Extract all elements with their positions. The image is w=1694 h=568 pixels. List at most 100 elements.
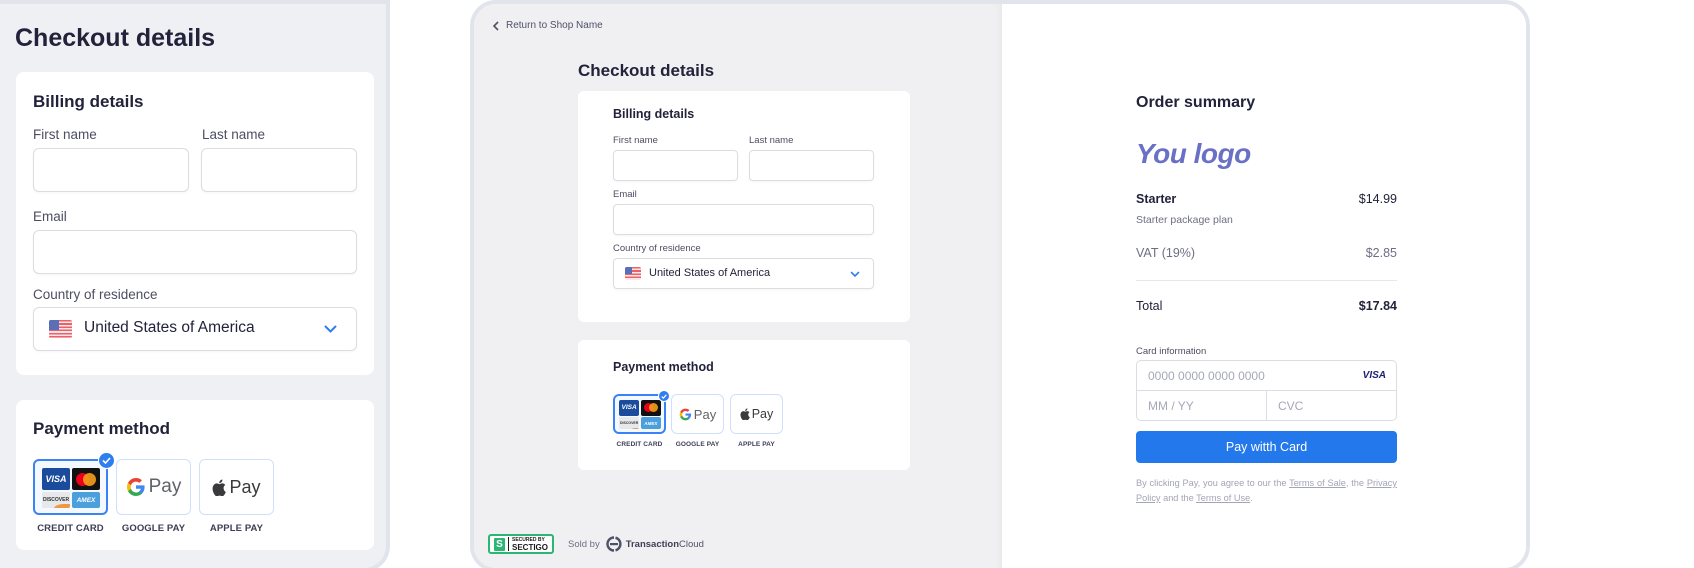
expiry-placeholder: MM / YY — [1148, 399, 1194, 413]
google-pay-label: GOOGLE PAY — [675, 441, 720, 448]
card-number-input[interactable]: 0000 0000 0000 0000 VISA — [1137, 361, 1396, 391]
country-label: Country of residence — [613, 243, 701, 254]
apple-icon — [213, 479, 227, 496]
email-label: Email — [33, 209, 67, 224]
apple-pay-option[interactable]: Pay — [730, 394, 783, 434]
item-price: $14.99 — [1358, 192, 1397, 206]
expiry-input[interactable]: MM / YY — [1137, 391, 1267, 420]
chevron-down-icon — [324, 325, 337, 333]
first-name-input[interactable] — [613, 150, 738, 181]
country-select[interactable]: United States of America — [33, 307, 357, 351]
apple-pay-text: Pay — [229, 476, 261, 497]
last-name-label: Last name — [202, 127, 266, 142]
google-pay-option[interactable]: Pay — [671, 394, 724, 434]
google-pay-option[interactable]: Pay — [116, 459, 191, 515]
return-to-shop-link[interactable]: Return to Shop Name — [492, 20, 603, 31]
total-row: Total $17.84 — [1136, 299, 1397, 313]
page-title: Checkout details — [15, 24, 216, 52]
sectigo-secured-badge: S SECURED BY SECTIGO — [488, 534, 555, 554]
card-information-label: Card information — [1136, 346, 1207, 357]
transactioncloud-logo: TransactionCloud — [606, 536, 704, 552]
last-name-input[interactable] — [201, 148, 357, 192]
vat-label: VAT (19%) — [1136, 246, 1196, 260]
payment-method-heading: Payment method — [613, 360, 714, 374]
google-g-icon — [126, 478, 145, 496]
sold-by: Sold by TransactionCloud — [568, 536, 704, 552]
seller-name-light: Cloud — [679, 538, 704, 550]
total-amount: $17.84 — [1358, 299, 1397, 313]
amex-icon: AMEX — [72, 492, 100, 508]
apple-pay-text: Pay — [751, 407, 774, 421]
line-item-starter: Starter $14.99 — [1136, 192, 1397, 206]
terms-of-sale-link[interactable]: Terms of Sale — [1289, 478, 1346, 488]
card-information-fields: 0000 0000 0000 0000 VISA MM / YY CVC — [1136, 360, 1397, 421]
google-g-icon — [679, 408, 691, 420]
checkout-footer: S SECURED BY SECTIGO Sold by Transaction… — [488, 534, 704, 554]
country-select-value: United States of America — [84, 319, 255, 336]
seller-name-bold: Transaction — [625, 538, 680, 550]
google-pay-logo: Pay — [672, 395, 723, 433]
terms-notice: By clicking Pay, you agree to our the Te… — [1136, 476, 1397, 506]
card-brands-icon: VISA DISCOVER AMEX — [42, 468, 100, 508]
merchant-logo: You logo — [1136, 138, 1251, 169]
country-select[interactable]: United States of America — [613, 258, 874, 289]
terms-mid: , the — [1345, 478, 1365, 488]
visa-brand-icon: VISA — [1362, 370, 1386, 381]
credit-card-label: CREDIT CARD — [616, 441, 663, 448]
country-select-value: United States of America — [649, 267, 771, 279]
summary-divider — [1136, 280, 1397, 281]
cvc-placeholder: CVC — [1278, 399, 1304, 413]
sectigo-text: SECTIGO — [512, 543, 549, 552]
discover-icon: DISCOVER — [42, 492, 70, 508]
chevron-down-icon — [850, 271, 860, 278]
mastercard-icon — [72, 468, 100, 490]
visa-icon: VISA — [42, 468, 70, 490]
selected-check-icon — [98, 452, 115, 469]
last-name-label: Last name — [749, 135, 794, 146]
desktop-checkout-window: Return to Shop Name Checkout details Bil… — [470, 0, 1530, 568]
vat-amount: $2.85 — [1365, 246, 1397, 260]
email-input[interactable] — [33, 230, 357, 274]
terms-of-use-link[interactable]: Terms of Use — [1196, 493, 1250, 503]
google-pay-label: GOOGLE PAY — [121, 523, 186, 534]
terms-suffix: . — [1250, 493, 1253, 503]
email-input[interactable] — [613, 204, 874, 235]
country-label: Country of residence — [33, 287, 158, 302]
credit-card-label: CREDIT CARD — [37, 523, 104, 534]
order-summary-title: Order summary — [1136, 94, 1256, 111]
apple-pay-option[interactable]: Pay — [199, 459, 274, 515]
discover-icon: DISCOVER — [619, 417, 640, 429]
card-brands-icon: VISA DISCOVER AMEX — [619, 400, 661, 429]
visa-icon: VISA — [619, 400, 640, 416]
cvc-input[interactable]: CVC — [1267, 391, 1396, 420]
last-name-input[interactable] — [749, 150, 874, 181]
first-name-input[interactable] — [33, 148, 189, 192]
google-pay-logo: Pay — [117, 460, 190, 514]
pay-with-card-button[interactable]: Pay witth Card — [1136, 431, 1397, 463]
terms-prefix: By clicking Pay, you agree to our the — [1136, 478, 1287, 488]
transactioncloud-icon — [606, 536, 622, 552]
credit-card-option[interactable]: VISA DISCOVER AMEX — [613, 390, 670, 434]
line-item-vat: VAT (19%) $2.85 — [1136, 246, 1397, 260]
apple-pay-logo: Pay — [200, 460, 273, 514]
chevron-left-icon — [492, 20, 499, 31]
card-number-placeholder: 0000 0000 0000 0000 — [1148, 369, 1265, 383]
return-to-shop-text: Return to Shop Name — [506, 20, 603, 31]
mastercard-icon — [640, 400, 661, 416]
us-flag-icon — [625, 267, 641, 280]
order-summary-pane: Order summary You logo Starter $14.99 St… — [1002, 4, 1526, 568]
billing-details-heading: Billing details — [613, 107, 695, 121]
mobile-checkout-panel: Checkout details Billing details First n… — [0, 0, 390, 568]
payment-method-heading: Payment method — [33, 419, 170, 438]
apple-pay-label: APPLE PAY — [738, 441, 775, 448]
checkout-form-pane: Return to Shop Name Checkout details Bil… — [474, 4, 1002, 568]
item-name: Starter — [1136, 192, 1177, 206]
sold-by-label: Sold by — [568, 538, 600, 550]
terms-and: and the — [1163, 493, 1194, 503]
credit-card-option[interactable]: VISA DISCOVER AMEX — [33, 452, 115, 515]
us-flag-icon — [49, 320, 72, 338]
billing-details-heading: Billing details — [33, 92, 144, 111]
first-name-label: First name — [613, 135, 658, 146]
billing-details-card: Billing details First name Last name Ema… — [578, 91, 910, 322]
billing-details-card: Billing details First name Last name Ema… — [16, 72, 374, 375]
